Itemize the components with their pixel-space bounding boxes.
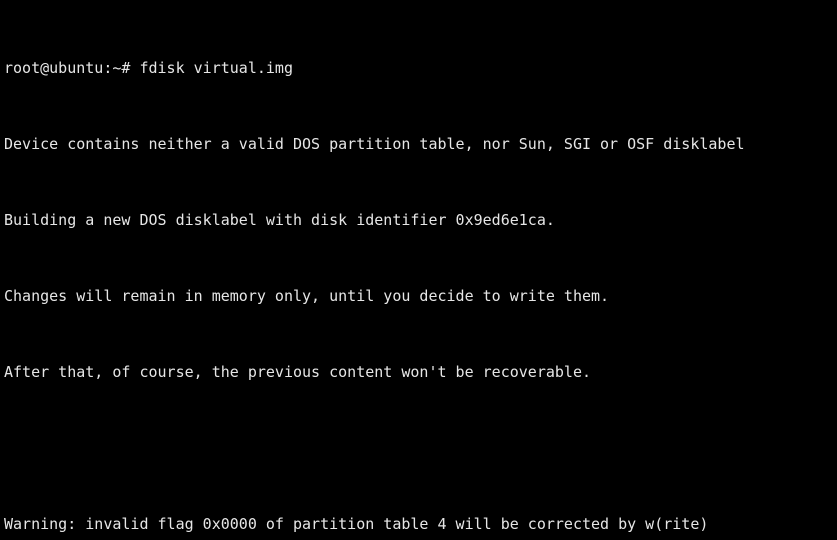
terminal-screen: root@ubuntu:~# fdisk virtual.img Device … — [4, 2, 837, 540]
output-line-changes-in-memory: Changes will remain in memory only, unti… — [4, 287, 610, 305]
terminal-window[interactable]: root@ubuntu:~# fdisk virtual.img Device … — [0, 0, 837, 540]
output-line-building-disklabel: Building a new DOS disklabel with disk i… — [4, 211, 555, 229]
output-line-device: Device contains neither a valid DOS part… — [4, 135, 745, 153]
shell-command-line: root@ubuntu:~# fdisk virtual.img — [4, 59, 293, 77]
output-line-warning: Warning: invalid flag 0x0000 of partitio… — [4, 515, 709, 533]
output-line-not-recoverable: After that, of course, the previous cont… — [4, 363, 591, 381]
blank-line-1 — [4, 439, 837, 458]
